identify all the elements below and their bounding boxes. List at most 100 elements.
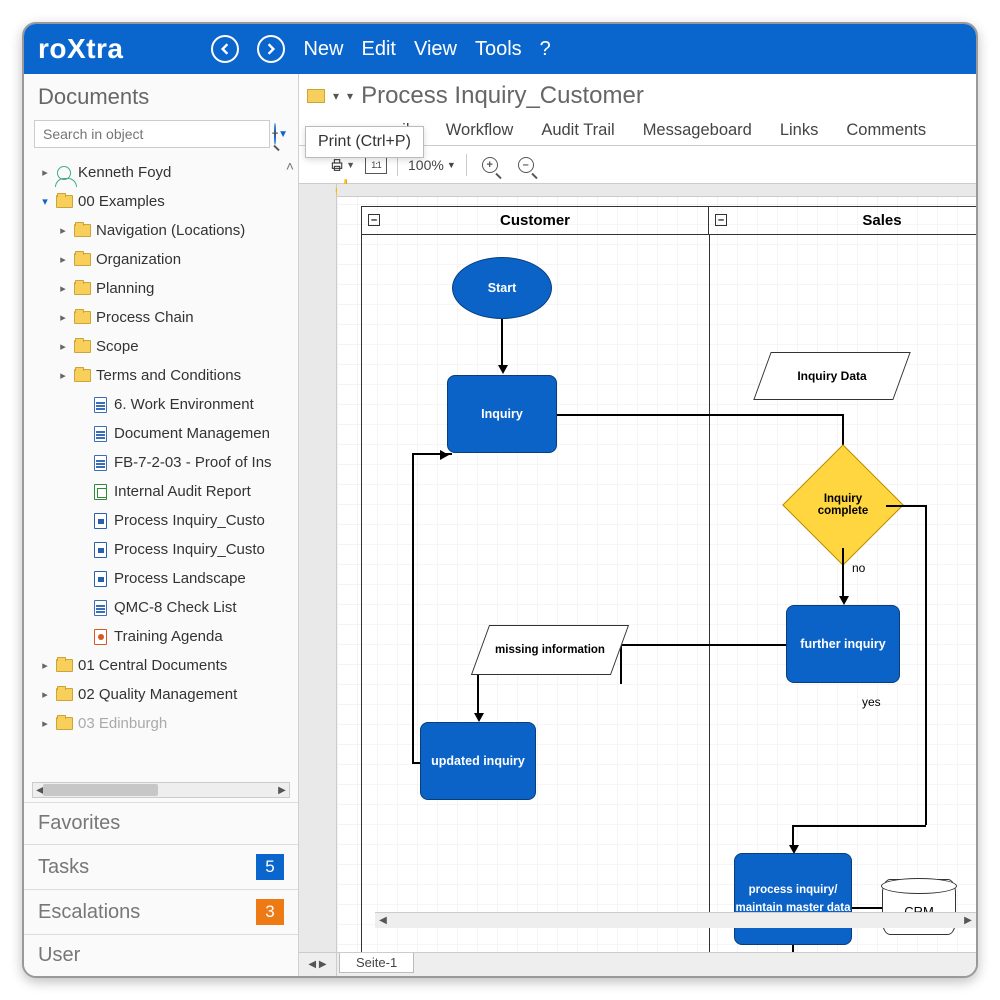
folder-icon <box>73 223 91 238</box>
scroll-right-icon[interactable]: ▶ <box>275 783 289 797</box>
tab-audit-trail[interactable]: Audit Trail <box>535 116 620 145</box>
search-icon <box>274 124 276 145</box>
flowchart-canvas[interactable]: Customer Sales Start Inquiry <box>337 184 976 952</box>
menu-view[interactable]: View <box>414 38 457 61</box>
tree-folder-label: 01 Central Documents <box>78 657 227 674</box>
node-further-inquiry[interactable]: further inquiry <box>786 605 900 683</box>
collapse-icon[interactable] <box>368 214 380 226</box>
tree-document-label: Process Inquiry_Custo <box>114 541 265 558</box>
canvas-gutter <box>299 184 337 952</box>
scroll-left-icon[interactable]: ◀ <box>375 913 391 928</box>
tree-root-label: 00 Examples <box>78 193 165 210</box>
search-input[interactable] <box>34 120 270 148</box>
node-updated-inquiry[interactable]: updated inquiry <box>420 722 536 800</box>
edge <box>620 644 622 684</box>
tree-document-label: Process Inquiry_Custo <box>114 512 265 529</box>
tree-scroll-up[interactable]: ˄ <box>286 158 294 174</box>
tab-messageboard[interactable]: Messageboard <box>637 116 758 145</box>
node-start[interactable]: Start <box>452 257 552 319</box>
edge <box>412 453 414 763</box>
swimlane-header: Customer Sales <box>362 207 976 235</box>
main-area: ▾ ▾ Process Inquiry_Customer Print (Ctrl… <box>299 74 976 976</box>
scroll-right-icon[interactable]: ▶ <box>960 913 976 928</box>
tree-folder-row[interactable]: ▸02 Quality Management <box>30 680 298 709</box>
node-inquiry[interactable]: Inquiry <box>447 375 557 453</box>
zoom-out-button[interactable] <box>513 153 539 177</box>
tree-folder-row[interactable]: ▸Organization <box>30 245 298 274</box>
lane-customer: Customer <box>362 207 708 234</box>
scroll-thumb[interactable] <box>43 784 158 796</box>
nav-forward-button[interactable] <box>257 35 285 63</box>
search-button[interactable]: ▼ <box>274 124 288 145</box>
page-tab-seite-1[interactable]: Seite-1 <box>339 953 414 973</box>
sidebar: Documents ▼ ˄ ▸ Kenneth Foyd ▾ 00 Exampl… <box>24 74 299 976</box>
folder-icon <box>73 339 91 354</box>
sidebar-favorites[interactable]: Favorites <box>24 802 298 844</box>
tree-document-row[interactable]: Process Inquiry_Custo <box>30 506 298 535</box>
tree-folder-row[interactable]: ▸01 Central Documents <box>30 651 298 680</box>
breadcrumb-caret-icon[interactable]: ▾ <box>333 89 339 103</box>
folder-icon <box>55 194 73 209</box>
tree-root-row[interactable]: ▾ 00 Examples <box>30 187 298 216</box>
tree-document-row[interactable]: Process Inquiry_Custo <box>30 535 298 564</box>
tree-folder-label: 03 Edinburgh <box>78 715 167 732</box>
tree-user-row[interactable]: ▸ Kenneth Foyd <box>30 158 298 187</box>
tree-folder-label: Planning <box>96 280 154 297</box>
tree-document-row[interactable]: Document Managemen <box>30 419 298 448</box>
nav-back-button[interactable] <box>211 35 239 63</box>
node-missing-information[interactable]: missing information <box>480 625 620 675</box>
sidebar-user[interactable]: User <box>24 934 298 976</box>
sidebar-tasks[interactable]: Tasks 5 <box>24 844 298 889</box>
escalations-count-badge: 3 <box>256 899 284 925</box>
node-inquiry-data[interactable]: Inquiry Data <box>762 352 902 400</box>
tree-document-row[interactable]: FB-7-2-03 - Proof of Ins <box>30 448 298 477</box>
tree-document-row[interactable]: 6. Work Environment <box>30 390 298 419</box>
tree-document-row[interactable]: QMC-8 Check List <box>30 593 298 622</box>
tab-comments[interactable]: Comments <box>840 116 932 145</box>
print-tooltip: Print (Ctrl+P) <box>305 126 424 158</box>
tree-document-row[interactable]: Training Agenda <box>30 622 298 651</box>
tree-folder-label: Navigation (Locations) <box>96 222 245 239</box>
page-title: Process Inquiry_Customer <box>361 82 644 110</box>
tab-workflow[interactable]: Workflow <box>440 116 520 145</box>
lane-divider <box>709 235 710 952</box>
zoom-in-button[interactable] <box>477 153 503 177</box>
tree-folder-row[interactable]: ▸Planning <box>30 274 298 303</box>
folder-icon <box>73 310 91 325</box>
fit-page-button[interactable]: 1:1 <box>365 156 387 174</box>
breadcrumb-caret-icon[interactable]: ▾ <box>347 89 353 103</box>
tree-folder-row[interactable]: ▸Scope <box>30 332 298 361</box>
folder-icon <box>73 252 91 267</box>
tree-folder-row[interactable]: ▸Navigation (Locations) <box>30 216 298 245</box>
app-logo: roXtra <box>38 33 123 65</box>
edge <box>792 945 794 952</box>
sidebar-escalations-label: Escalations <box>38 901 140 924</box>
page-tab-nav[interactable]: ◀ ▶ <box>299 953 337 976</box>
sidebar-favorites-label: Favorites <box>38 812 120 835</box>
tree-document-row[interactable]: Process Landscape <box>30 564 298 593</box>
menu-tools[interactable]: Tools <box>475 38 522 61</box>
collapse-icon[interactable] <box>715 214 727 226</box>
canvas-horizontal-scrollbar[interactable]: ◀ ▶ <box>375 912 976 928</box>
tree-document-row[interactable]: Internal Audit Report <box>30 477 298 506</box>
menu-new[interactable]: New <box>303 38 343 61</box>
tab-links[interactable]: Links <box>774 116 825 145</box>
node-process-inquiry[interactable]: process inquiry/maintain master data <box>734 853 852 945</box>
tasks-count-badge: 5 <box>256 854 284 880</box>
tree-folder-row[interactable]: ▸03 Edinburgh <box>30 709 298 738</box>
tree-horizontal-scrollbar[interactable]: ◀ ▶ <box>32 782 290 798</box>
printer-icon <box>329 156 345 174</box>
menu-edit[interactable]: Edit <box>362 38 396 61</box>
tree-folder-row[interactable]: ▸Process Chain <box>30 303 298 332</box>
tree-folder-row[interactable]: ▸Terms and Conditions <box>30 361 298 390</box>
separator <box>466 154 467 176</box>
tree-document-label: Training Agenda <box>114 628 223 645</box>
menu-help[interactable]: ? <box>540 38 551 61</box>
edge <box>792 825 794 847</box>
zoom-value: 100% <box>408 157 444 173</box>
arrow-icon <box>498 365 508 374</box>
zoom-level-dropdown[interactable]: 100% ▼ <box>408 157 456 173</box>
edge <box>792 825 926 827</box>
sidebar-escalations[interactable]: Escalations 3 <box>24 889 298 934</box>
node-decision-inquiry-complete[interactable]: Inquiry complete <box>800 462 886 548</box>
